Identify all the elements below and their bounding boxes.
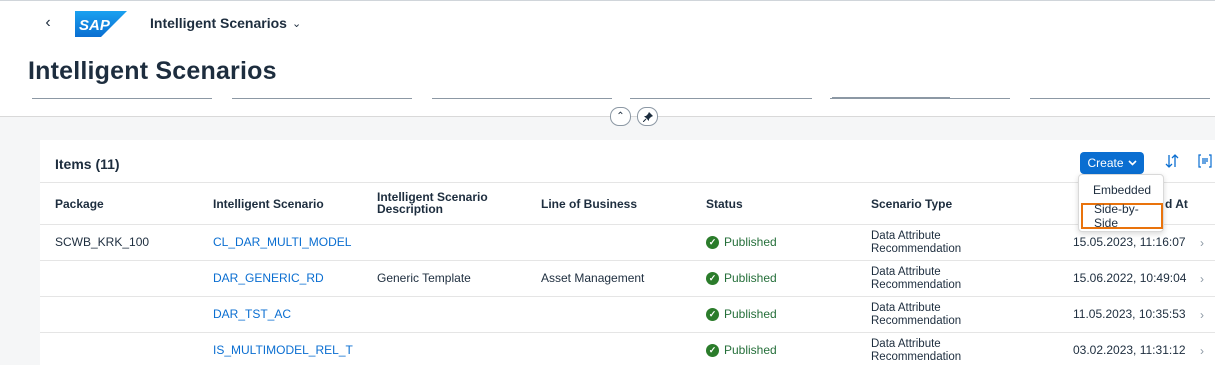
column-header-changed-at[interactable]: d At	[1165, 198, 1188, 210]
table-row[interactable]: IS_MULTIMODEL_REL_T ✓ Published Data Att…	[40, 333, 1215, 365]
check-circle-icon: ✓	[706, 271, 719, 285]
sort-icon[interactable]	[1165, 154, 1179, 171]
filter-bar	[30, 97, 1215, 102]
status-badge: ✓ Published	[706, 235, 777, 249]
cell-description: Generic Template	[377, 271, 471, 285]
cell-lob: Asset Management	[541, 271, 645, 285]
filter-field-5-focus	[832, 97, 950, 99]
check-circle-icon: ✓	[706, 235, 719, 249]
column-header-package[interactable]: Package	[55, 198, 104, 210]
cell-type-line1: Data Attribute	[871, 338, 941, 350]
cell-changed-at: 03.02.2023, 11:31:12	[1073, 343, 1186, 357]
page-title: Intelligent Scenarios	[28, 57, 277, 85]
status-label: Published	[724, 343, 777, 357]
cell-scenario-link[interactable]: IS_MULTIMODEL_REL_T	[213, 344, 353, 356]
cell-scenario-link[interactable]: DAR_TST_AC	[213, 308, 291, 320]
cell-changed-at: 15.06.2022, 10:49:04	[1073, 271, 1187, 285]
sap-logo[interactable]: SAP	[75, 11, 127, 37]
filter-field-4[interactable]	[630, 98, 812, 99]
status-badge: ✓ Published	[706, 343, 777, 357]
pin-header-button[interactable]	[637, 107, 658, 126]
menu-item-side-by-side[interactable]: Side-by-Side	[1081, 202, 1163, 230]
status-label: Published	[724, 235, 777, 249]
table-settings-icon[interactable]	[1198, 154, 1212, 171]
items-table: Items (11) Create Package Intelligent Sc…	[40, 140, 1215, 365]
collapse-header-button[interactable]: ⌃	[610, 107, 631, 126]
table-row[interactable]: DAR_GENERIC_RD Generic Template Asset Ma…	[40, 261, 1215, 297]
row-navigation-icon[interactable]: ›	[1200, 344, 1204, 358]
cell-type-line1: Data Attribute	[871, 266, 941, 278]
cell-scenario-link[interactable]: CL_DAR_MULTI_MODEL	[213, 236, 351, 248]
filter-field-6[interactable]	[1030, 98, 1210, 99]
table-header: Package Intelligent Scenario Intelligent…	[40, 182, 1215, 225]
filter-field-3[interactable]	[432, 98, 612, 99]
app-title-menu[interactable]: Intelligent Scenarios ⌄	[150, 15, 301, 31]
column-header-type[interactable]: Scenario Type	[871, 198, 952, 210]
row-navigation-icon[interactable]: ›	[1200, 272, 1204, 286]
row-navigation-icon[interactable]: ›	[1200, 308, 1204, 322]
status-badge: ✓ Published	[706, 271, 777, 285]
status-label: Published	[724, 307, 777, 321]
column-header-scenario[interactable]: Intelligent Scenario	[213, 198, 324, 210]
create-button[interactable]: Create	[1080, 152, 1144, 174]
column-header-status[interactable]: Status	[706, 198, 743, 210]
svg-text:SAP: SAP	[79, 17, 111, 34]
cell-type-line2: Recommendation	[871, 315, 962, 327]
chevron-up-icon: ⌃	[616, 111, 625, 122]
cell-type-line2: Recommendation	[871, 279, 962, 291]
cell-type-line1: Data Attribute	[871, 230, 941, 242]
create-button-label: Create	[1087, 156, 1124, 170]
cell-changed-at: 15.05.2023, 11:16:07	[1073, 235, 1186, 249]
status-badge: ✓ Published	[706, 307, 777, 321]
pin-icon	[642, 111, 653, 122]
filter-field-1[interactable]	[32, 98, 212, 99]
check-circle-icon: ✓	[706, 307, 719, 321]
cell-type-line2: Recommendation	[871, 243, 962, 255]
chevron-down-icon: ⌄	[291, 17, 302, 30]
create-menu: Embedded Side-by-Side	[1078, 174, 1164, 232]
cell-scenario-link[interactable]: DAR_GENERIC_RD	[213, 272, 324, 284]
table-row[interactable]: SCWB_KRK_100 CL_DAR_MULTI_MODEL ✓ Publis…	[40, 225, 1215, 261]
menu-item-embedded[interactable]: Embedded	[1079, 177, 1165, 203]
row-navigation-icon[interactable]: ›	[1200, 236, 1204, 250]
shell-bar: ‹ SAP Intelligent Scenarios ⌄	[0, 0, 1215, 46]
column-header-description[interactable]: Intelligent Scenario Description	[377, 191, 497, 215]
column-header-lob[interactable]: Line of Business	[541, 198, 637, 210]
table-row[interactable]: DAR_TST_AC ✓ Published Data Attribute Re…	[40, 297, 1215, 333]
back-button[interactable]: ‹	[40, 13, 56, 33]
cell-type-line1: Data Attribute	[871, 302, 941, 314]
cell-type-line2: Recommendation	[871, 351, 962, 363]
filter-field-2[interactable]	[232, 98, 412, 99]
app-title-label: Intelligent Scenarios	[150, 15, 287, 31]
cell-changed-at: 11.05.2023, 10:35:53	[1073, 307, 1186, 321]
chevron-down-icon	[1127, 160, 1137, 166]
check-circle-icon: ✓	[706, 343, 719, 357]
header-controls: ⌃	[610, 107, 658, 126]
table-title: Items (11)	[55, 156, 120, 172]
status-label: Published	[724, 271, 777, 285]
cell-package: SCWB_KRK_100	[55, 235, 150, 249]
